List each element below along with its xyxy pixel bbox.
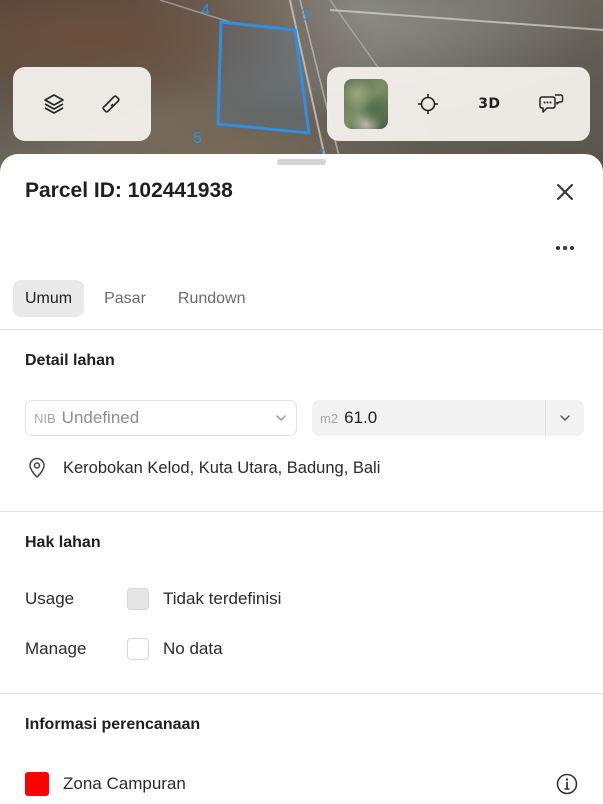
3d-label: 3D bbox=[478, 96, 501, 112]
zone-label: Zona Campuran bbox=[63, 774, 186, 793]
chevron-down-icon bbox=[560, 415, 570, 421]
more-options-button[interactable] bbox=[550, 236, 580, 260]
tab-umum[interactable]: Umum bbox=[13, 280, 85, 317]
divider bbox=[0, 693, 603, 694]
manage-row: Manage No data bbox=[25, 638, 223, 660]
tab-bar: Umum Pasar Rundown bbox=[13, 280, 258, 317]
feedback-icon bbox=[539, 94, 564, 113]
zone-color-swatch bbox=[25, 772, 49, 796]
area-unit: m2 bbox=[320, 410, 339, 426]
layers-icon bbox=[43, 94, 64, 114]
zone-info-button[interactable] bbox=[554, 771, 580, 797]
locate-button[interactable] bbox=[406, 82, 450, 126]
nib-value: Undefined bbox=[61, 408, 140, 427]
tab-rundown[interactable]: Rundown bbox=[166, 280, 258, 317]
measure-button[interactable] bbox=[89, 82, 133, 126]
usage-checkbox[interactable] bbox=[127, 588, 149, 610]
tab-pasar[interactable]: Pasar bbox=[92, 280, 158, 317]
section-heading-hak-lahan: Hak lahan bbox=[25, 534, 101, 551]
nib-select[interactable]: NIB Undefined bbox=[25, 400, 297, 436]
map-pin-icon bbox=[29, 457, 45, 478]
crosshair-icon bbox=[417, 94, 438, 114]
location-text: Kerobokan Kelod, Kuta Utara, Badung, Bal… bbox=[63, 458, 381, 477]
location-row: Kerobokan Kelod, Kuta Utara, Badung, Bal… bbox=[25, 456, 380, 480]
map-view[interactable]: 4 3 5 1 bbox=[0, 0, 603, 180]
drag-handle[interactable] bbox=[277, 159, 326, 165]
3d-toggle-button[interactable]: 3D bbox=[467, 82, 511, 126]
divider bbox=[0, 329, 603, 330]
basemap-button[interactable] bbox=[343, 79, 388, 129]
close-button[interactable] bbox=[551, 178, 579, 206]
usage-row: Usage Tidak terdefinisi bbox=[25, 588, 281, 610]
area-field: m2 61.0 bbox=[312, 400, 584, 436]
more-icon bbox=[556, 246, 574, 250]
chevron-down-icon bbox=[276, 415, 286, 421]
vertex-label: 3 bbox=[300, 7, 309, 24]
usage-label: Usage bbox=[25, 589, 75, 608]
close-icon bbox=[557, 184, 573, 200]
manage-label: Manage bbox=[25, 639, 87, 658]
zone-row: Zona Campuran bbox=[25, 771, 580, 797]
ruler-icon bbox=[101, 95, 120, 113]
manage-checkbox[interactable] bbox=[127, 638, 149, 660]
parcel-detail-panel: Parcel ID: 102441938 Umum Pasar Rundown … bbox=[0, 154, 603, 804]
info-icon bbox=[556, 773, 578, 795]
section-heading-detail-lahan: Detail lahan bbox=[25, 352, 115, 369]
area-input[interactable]: m2 61.0 bbox=[312, 400, 545, 436]
satellite-thumbnail bbox=[343, 79, 388, 129]
map-tools-group bbox=[13, 67, 151, 141]
layers-button[interactable] bbox=[32, 82, 76, 126]
usage-value: Tidak terdefinisi bbox=[163, 589, 282, 608]
panel-title: Parcel ID: 102441938 bbox=[25, 179, 233, 202]
vertex-label: 5 bbox=[193, 130, 202, 147]
area-value: 61.0 bbox=[344, 408, 378, 427]
parcel-polygon[interactable] bbox=[216, 20, 311, 135]
map-view-group: 3D bbox=[327, 67, 590, 141]
section-heading-informasi-perencanaan: Informasi perencanaan bbox=[25, 716, 201, 733]
area-unit-dropdown[interactable] bbox=[545, 400, 584, 436]
nib-prefix: NIB bbox=[34, 410, 56, 426]
manage-value: No data bbox=[163, 639, 223, 658]
divider bbox=[0, 511, 603, 512]
feedback-button[interactable] bbox=[529, 82, 573, 126]
vertex-label: 4 bbox=[201, 2, 210, 19]
